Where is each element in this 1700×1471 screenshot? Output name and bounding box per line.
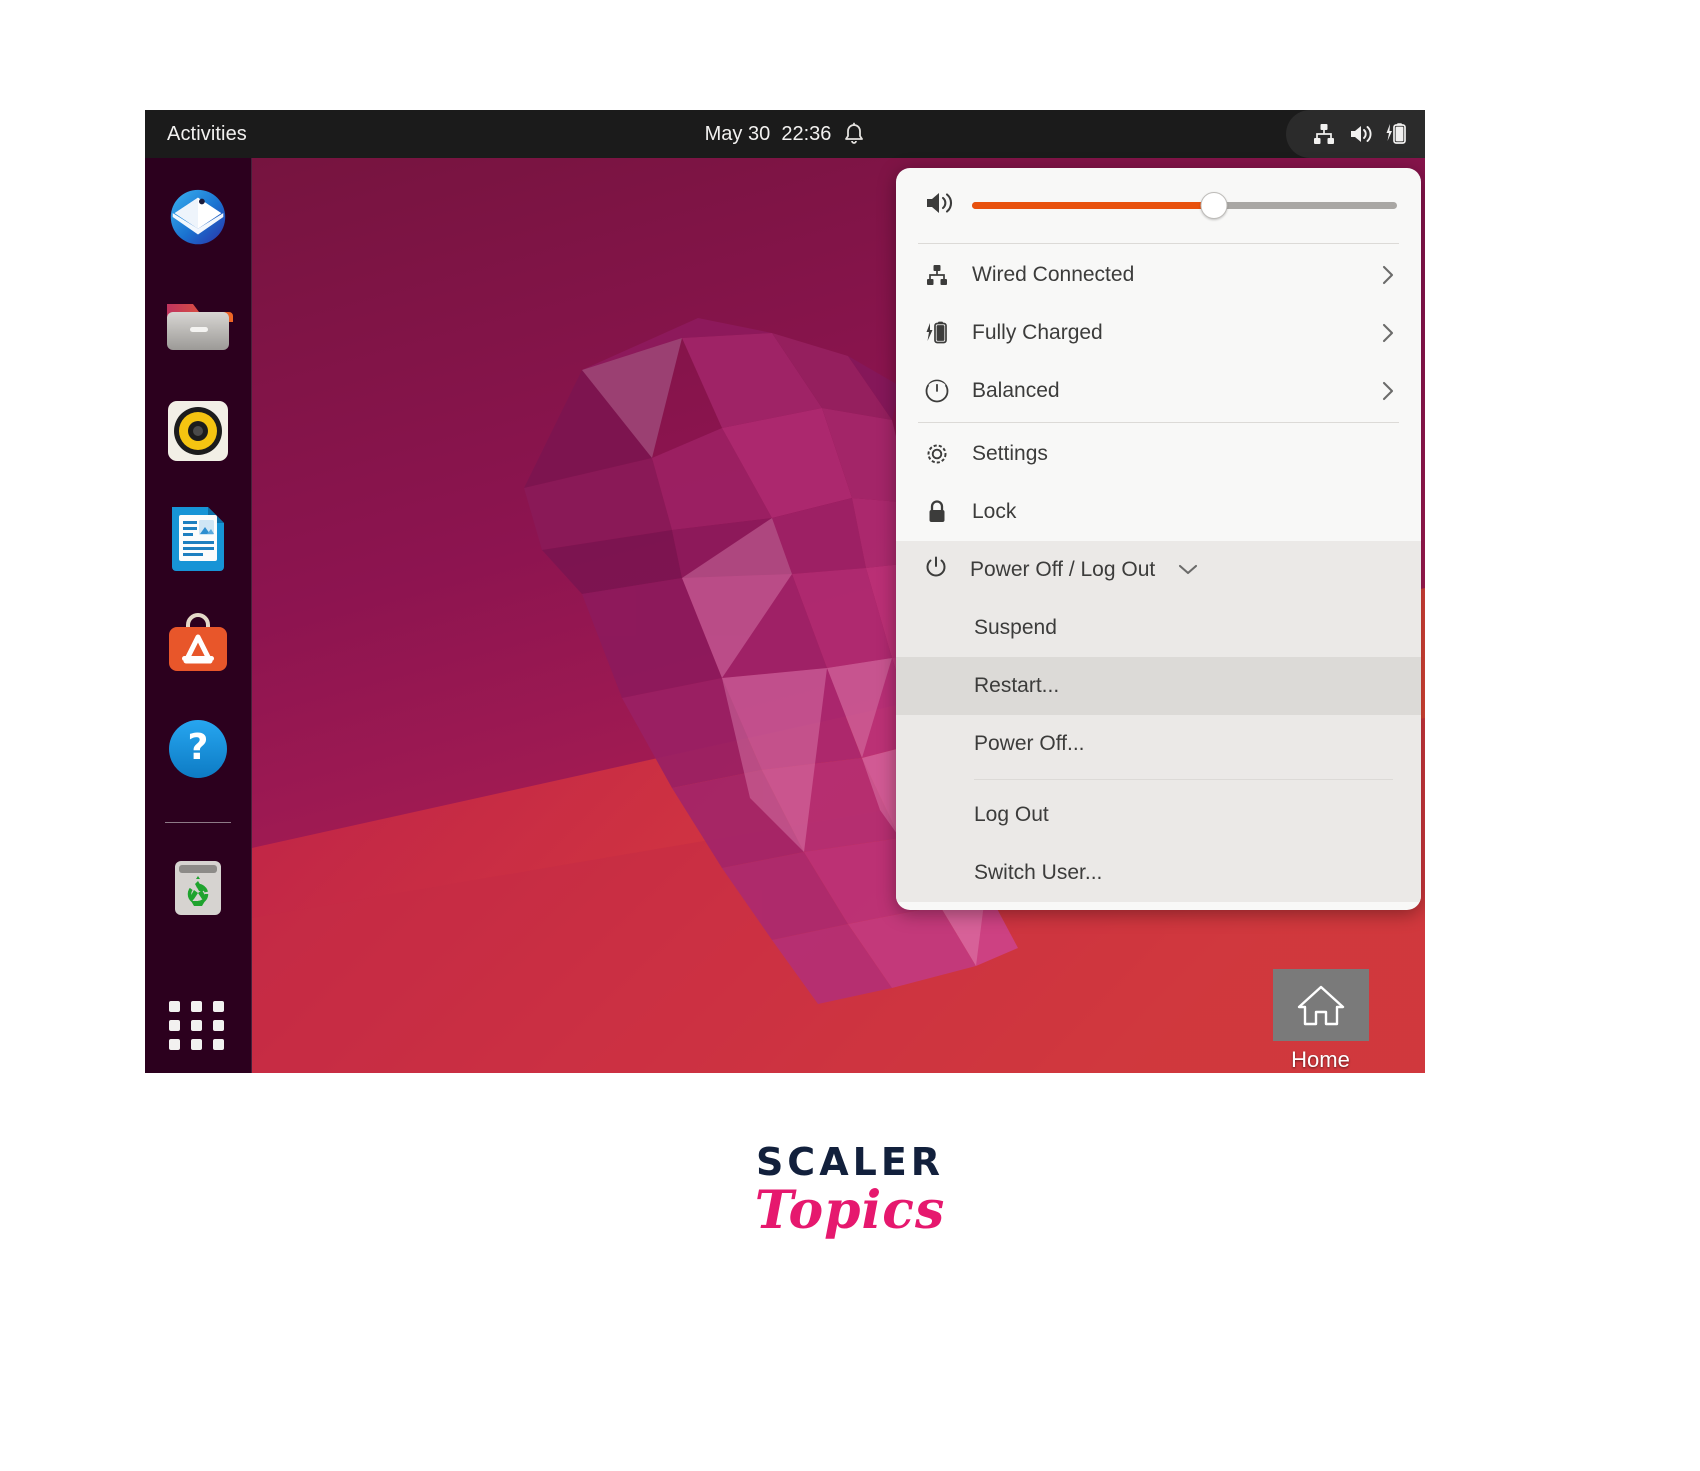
menu-item-log-out[interactable]: Log Out bbox=[896, 786, 1421, 844]
menu-divider bbox=[918, 243, 1399, 244]
menu-row-balanced[interactable]: Balanced bbox=[896, 362, 1421, 420]
home-icon-label: Home bbox=[1291, 1047, 1350, 1072]
grid-dot bbox=[191, 1001, 202, 1012]
activities-button[interactable]: Activities bbox=[145, 110, 261, 158]
volume-slider-handle[interactable] bbox=[1200, 192, 1228, 219]
menu-row-label: Wired Connected bbox=[972, 263, 1135, 286]
dock-item-libreoffice-writer[interactable] bbox=[163, 502, 233, 572]
submenu-divider bbox=[974, 779, 1393, 780]
volume-icon bbox=[1348, 123, 1373, 145]
menu-row-label: Lock bbox=[972, 500, 1017, 523]
menu-row-lock[interactable]: Lock bbox=[896, 483, 1421, 541]
network-wired-icon bbox=[924, 263, 950, 287]
menu-item-suspend[interactable]: Suspend bbox=[896, 599, 1421, 657]
dock-item-rhythmbox[interactable] bbox=[163, 396, 233, 466]
volume-high-icon bbox=[924, 190, 954, 221]
menu-row-label: Settings bbox=[972, 442, 1048, 465]
grid-dot bbox=[169, 1020, 180, 1031]
menu-divider bbox=[918, 422, 1399, 423]
system-status-area[interactable] bbox=[1286, 110, 1425, 158]
dock-item-trash[interactable] bbox=[163, 853, 233, 923]
volume-slider[interactable] bbox=[972, 192, 1397, 219]
chevron-down-icon[interactable] bbox=[1177, 558, 1199, 582]
grid-dot bbox=[213, 1020, 224, 1031]
grid-dot bbox=[213, 1001, 224, 1012]
chevron-right-icon[interactable] bbox=[1381, 380, 1395, 402]
volume-slider-fill bbox=[972, 202, 1215, 209]
power-icon bbox=[924, 555, 948, 585]
clock-area: May 30 22:36 bbox=[145, 110, 1425, 158]
bell-icon[interactable] bbox=[843, 122, 865, 146]
menu-row-fully-charged[interactable]: Fully Charged bbox=[896, 304, 1421, 362]
volume-control-row[interactable] bbox=[896, 168, 1421, 241]
dock-item-ubuntu-software[interactable] bbox=[163, 608, 233, 678]
chevron-right-icon[interactable] bbox=[1381, 322, 1395, 344]
home-folder-icon[interactable] bbox=[1272, 969, 1369, 1041]
menu-item-power-off[interactable]: Power Off... bbox=[896, 715, 1421, 773]
gear-icon bbox=[924, 441, 950, 467]
battery-charging-icon bbox=[924, 320, 950, 346]
dock-item-files[interactable] bbox=[163, 290, 233, 360]
dock-item-thunderbird[interactable] bbox=[163, 184, 233, 254]
ubuntu-dock: ? bbox=[145, 158, 252, 1073]
menu-item-restart[interactable]: Restart... bbox=[896, 657, 1421, 715]
clock-datetime[interactable]: May 30 22:36 bbox=[705, 123, 832, 146]
menu-row-label: Fully Charged bbox=[972, 321, 1103, 344]
watermark-scaler-text: SCALER bbox=[755, 1140, 945, 1184]
grid-dot bbox=[169, 1001, 180, 1012]
network-wired-icon bbox=[1312, 122, 1336, 146]
svg-text:?: ? bbox=[188, 727, 209, 768]
menu-row-power-off-log-out[interactable]: Power Off / Log Out bbox=[896, 541, 1421, 599]
battery-charging-icon bbox=[1385, 122, 1407, 146]
menu-row-settings[interactable]: Settings bbox=[896, 425, 1421, 483]
scaler-topics-watermark: SCALER Topics bbox=[0, 1140, 1700, 1241]
lock-icon bbox=[924, 499, 950, 525]
ubuntu-desktop: Home ? Activities May 30 22:36 Wired Con… bbox=[145, 110, 1425, 1073]
system-menu-popover: Wired Connected Fully Charged Balanced S… bbox=[896, 168, 1421, 910]
show-applications-button[interactable] bbox=[163, 997, 233, 1053]
menu-row-label: Power Off / Log Out bbox=[970, 558, 1156, 581]
desktop-icon-home[interactable]: Home bbox=[1238, 969, 1403, 1073]
grid-dot bbox=[213, 1039, 224, 1050]
power-off-section: Power Off / Log Out Suspend Restart... P… bbox=[896, 541, 1421, 902]
dock-item-help[interactable]: ? bbox=[163, 714, 233, 784]
menu-row-label: Balanced bbox=[972, 379, 1060, 402]
grid-dot bbox=[169, 1039, 180, 1050]
menu-item-switch-user[interactable]: Switch User... bbox=[896, 844, 1421, 902]
grid-dot bbox=[191, 1039, 202, 1050]
gnome-top-bar: Activities May 30 22:36 bbox=[145, 110, 1425, 158]
dock-separator bbox=[165, 822, 231, 823]
chevron-right-icon[interactable] bbox=[1381, 264, 1395, 286]
menu-row-wired-connected[interactable]: Wired Connected bbox=[896, 246, 1421, 304]
watermark-topics-text: Topics bbox=[754, 1180, 946, 1241]
grid-dot bbox=[191, 1020, 202, 1031]
power-profile-icon bbox=[924, 378, 950, 404]
